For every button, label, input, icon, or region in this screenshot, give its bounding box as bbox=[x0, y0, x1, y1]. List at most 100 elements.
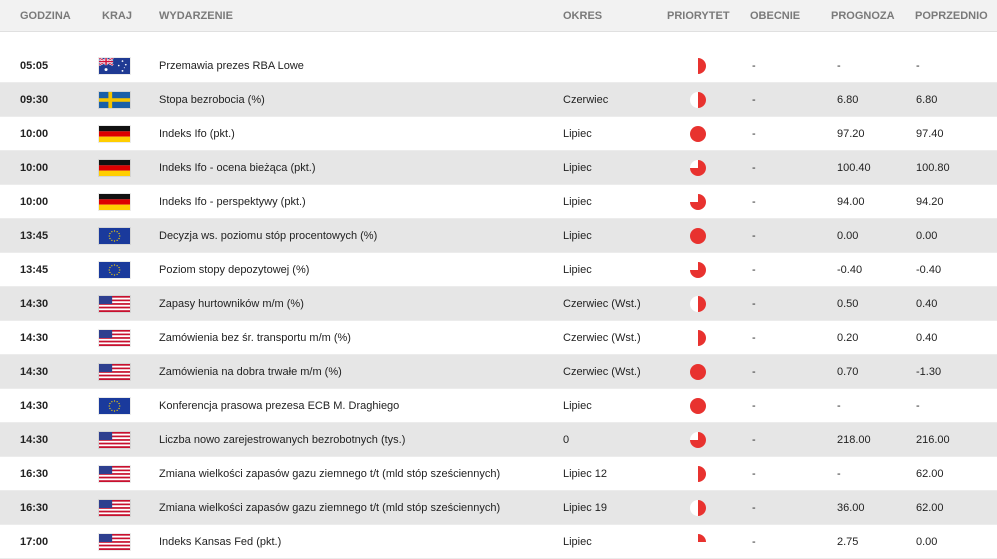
event-actual: - bbox=[752, 162, 756, 174]
event-period: Lipiec 12 bbox=[563, 468, 608, 480]
event-period: Lipiec bbox=[563, 128, 592, 140]
table-row[interactable]: 14:30 Konferencja prasowa prezesa ECB M. … bbox=[0, 389, 997, 423]
table-row[interactable]: 10:00 Indeks Ifo - perspektywy (pkt.) Lipi… bbox=[0, 185, 997, 219]
event-forecast: 94.00 bbox=[837, 196, 865, 208]
event-period: Lipiec bbox=[563, 400, 592, 412]
event-actual: - bbox=[752, 196, 756, 208]
event-time: 16:30 bbox=[20, 468, 49, 480]
event-previous: 6.80 bbox=[916, 94, 938, 106]
event-forecast: 2.75 bbox=[837, 536, 859, 548]
event-period: Czerwiec (Wst.) bbox=[563, 366, 641, 378]
event-name: Zapasy hurtowników m/m (%) bbox=[159, 298, 304, 310]
table-row[interactable]: 14:30 Zapasy hurtowników m/m (%) Czerwiec … bbox=[0, 287, 997, 321]
event-forecast: - bbox=[837, 468, 841, 480]
table-row[interactable]: 05:05 Przemawia prezes RBA Lowe - - - bbox=[0, 49, 997, 83]
priority-indicator-icon bbox=[690, 262, 706, 278]
priority-indicator-icon bbox=[690, 92, 706, 108]
event-name: Indeks Ifo - perspektywy (pkt.) bbox=[159, 196, 306, 208]
event-forecast: 218.00 bbox=[837, 434, 871, 446]
table-row[interactable]: 10:00 Indeks Ifo - ocena bieżąca (pkt.) Li… bbox=[0, 151, 997, 185]
us-flag-icon bbox=[98, 431, 131, 449]
table-row[interactable]: 16:30 Zmiana wielkości zapasów gazu ziemn… bbox=[0, 457, 997, 491]
column-header-actual[interactable]: OBECNIE bbox=[750, 10, 800, 22]
event-actual: - bbox=[752, 264, 756, 276]
priority-indicator-icon bbox=[690, 160, 706, 176]
table-row[interactable]: 13:45 Poziom stopy depozytowej (%) Lipiec -… bbox=[0, 253, 997, 287]
eu-flag-icon bbox=[98, 397, 131, 415]
event-actual: - bbox=[752, 128, 756, 140]
event-actual: - bbox=[752, 400, 756, 412]
event-previous: 0.40 bbox=[916, 298, 938, 310]
event-actual: - bbox=[752, 230, 756, 242]
event-period: Lipiec bbox=[563, 162, 592, 174]
event-actual: - bbox=[752, 298, 756, 310]
event-forecast: -0.40 bbox=[837, 264, 863, 276]
priority-indicator-icon bbox=[690, 500, 706, 516]
event-forecast: 0.70 bbox=[837, 366, 859, 378]
priority-indicator-icon bbox=[690, 466, 706, 482]
event-time: 14:30 bbox=[20, 434, 49, 446]
event-time: 16:30 bbox=[20, 502, 49, 514]
header-spacer bbox=[0, 32, 997, 49]
event-time: 14:30 bbox=[20, 400, 49, 412]
column-header-country[interactable]: KRAJ bbox=[102, 10, 132, 22]
column-header-period[interactable]: OKRES bbox=[563, 10, 602, 22]
us-flag-icon bbox=[98, 295, 131, 313]
event-time: 09:30 bbox=[20, 94, 49, 106]
event-time: 14:30 bbox=[20, 366, 49, 378]
column-header-previous[interactable]: POPRZEDNIO bbox=[915, 10, 988, 22]
event-previous: 0.00 bbox=[916, 230, 938, 242]
us-flag-icon bbox=[98, 363, 131, 381]
event-period: Czerwiec (Wst.) bbox=[563, 332, 641, 344]
us-flag-icon bbox=[98, 465, 131, 483]
calendar-table-body: 05:05 Przemawia prezes RBA Lowe - - - 09:30 St… bbox=[0, 49, 997, 559]
table-row[interactable]: 10:00 Indeks Ifo (pkt.) Lipiec - 97.20 97.40 bbox=[0, 117, 997, 151]
event-previous: 216.00 bbox=[916, 434, 950, 446]
table-row[interactable]: 13:45 Decyzja ws. poziomu stóp procentowy… bbox=[0, 219, 997, 253]
event-name: Przemawia prezes RBA Lowe bbox=[159, 60, 304, 72]
priority-indicator-icon bbox=[690, 58, 706, 74]
event-actual: - bbox=[752, 94, 756, 106]
event-name: Zamówienia bez śr. transportu m/m (%) bbox=[159, 332, 351, 344]
event-forecast: 0.00 bbox=[837, 230, 859, 242]
event-name: Indeks Ifo (pkt.) bbox=[159, 128, 235, 140]
table-row[interactable]: 16:30 Zmiana wielkości zapasów gazu ziemn… bbox=[0, 491, 997, 525]
event-period: Lipiec bbox=[563, 536, 592, 548]
event-previous: -1.30 bbox=[916, 366, 942, 378]
table-row[interactable]: 17:00 Indeks Kansas Fed (pkt.) Lipiec - 2.75… bbox=[0, 525, 997, 559]
table-row[interactable]: 09:30 Stopa bezrobocia (%) Czerwiec - 6.80 6.… bbox=[0, 83, 997, 117]
table-header: GODZINA KRAJ WYDARZENIE OKRES PRIORYTET … bbox=[0, 0, 997, 32]
de-flag-icon bbox=[98, 159, 131, 177]
event-previous: 0.40 bbox=[916, 332, 938, 344]
event-forecast: - bbox=[837, 400, 841, 412]
event-forecast: - bbox=[837, 60, 841, 72]
event-name: Decyzja ws. poziomu stóp procentowych (%… bbox=[159, 230, 378, 242]
column-header-priority[interactable]: PRIORYTET bbox=[667, 10, 730, 22]
event-name: Stopa bezrobocia (%) bbox=[159, 94, 265, 106]
table-row[interactable]: 14:30 Liczba nowo zarejestrowanych bezrob… bbox=[0, 423, 997, 457]
column-header-time[interactable]: GODZINA bbox=[20, 10, 71, 22]
event-period: Lipiec bbox=[563, 230, 592, 242]
event-actual: - bbox=[752, 502, 756, 514]
priority-indicator-icon bbox=[690, 330, 706, 346]
priority-indicator-icon bbox=[690, 296, 706, 312]
event-period: Czerwiec (Wst.) bbox=[563, 298, 641, 310]
event-previous: -0.40 bbox=[916, 264, 942, 276]
event-period: 0 bbox=[563, 434, 570, 446]
de-flag-icon bbox=[98, 125, 131, 143]
se-flag-icon bbox=[98, 91, 131, 109]
column-header-event[interactable]: WYDARZENIE bbox=[159, 10, 233, 22]
table-row[interactable]: 14:30 Zamówienia bez śr. transportu m/m (… bbox=[0, 321, 997, 355]
event-time: 10:00 bbox=[20, 128, 49, 140]
event-actual: - bbox=[752, 536, 756, 548]
event-previous: 0.00 bbox=[916, 536, 938, 548]
table-row[interactable]: 14:30 Zamówienia na dobra trwałe m/m (%) C… bbox=[0, 355, 997, 389]
column-header-forecast[interactable]: PROGNOZA bbox=[831, 10, 895, 22]
event-actual: - bbox=[752, 60, 756, 72]
us-flag-icon bbox=[98, 499, 131, 517]
event-forecast: 0.20 bbox=[837, 332, 859, 344]
event-forecast: 0.50 bbox=[837, 298, 859, 310]
priority-indicator-icon bbox=[690, 194, 706, 210]
event-period: Czerwiec bbox=[563, 94, 609, 106]
event-forecast: 6.80 bbox=[837, 94, 859, 106]
